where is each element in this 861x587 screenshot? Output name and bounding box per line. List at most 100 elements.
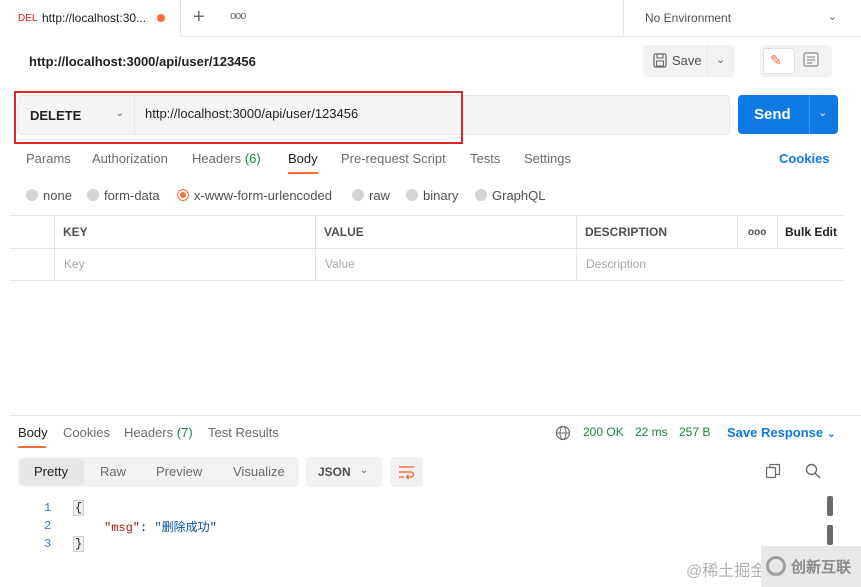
copy-icon[interactable]	[765, 463, 781, 479]
json-open-brace: {	[73, 500, 85, 516]
tab-body[interactable]: Body	[288, 151, 318, 166]
send-button-label: Send	[754, 106, 791, 123]
radio-circle	[406, 189, 418, 201]
radio-circle	[352, 189, 364, 201]
status-code[interactable]: 200 OK	[583, 425, 624, 439]
pencil-icon: ✎	[770, 52, 782, 68]
chevron-down-icon: ⌄	[360, 465, 369, 476]
watermark-logo-text: 创新互联	[791, 559, 852, 576]
tab-pre-request-script[interactable]: Pre-request Script	[341, 151, 446, 166]
tab-method-badge: DEL	[18, 13, 38, 24]
annotation-highlight-box	[14, 91, 463, 144]
radio-label: binary	[423, 188, 459, 203]
line-number: 2	[44, 519, 52, 533]
save-response-label: Save Response	[727, 425, 824, 440]
divider	[54, 216, 55, 281]
bulk-edit-button[interactable]: Bulk Edit	[785, 225, 837, 239]
more-tabs-icon[interactable]: ooo	[230, 10, 246, 22]
send-button[interactable]: Send ⌄	[738, 95, 838, 134]
wrap-lines-button[interactable]	[390, 457, 423, 487]
json-close-brace: }	[73, 536, 85, 552]
watermark-text: @稀土掘金	[686, 563, 767, 580]
response-tab-body[interactable]: Body	[18, 425, 48, 440]
headers-count-badge: (6)	[244, 151, 261, 166]
language-dropdown[interactable]: JSON ⌄	[306, 457, 382, 487]
format-tabs: Pretty Raw Preview Visualize	[18, 457, 299, 487]
format-visualize[interactable]: Visualize	[233, 464, 285, 479]
description-input[interactable]: Description	[586, 257, 646, 271]
environment-selector[interactable]: No Environment ⌄	[623, 0, 861, 37]
tab-headers-label: Headers	[192, 151, 242, 166]
scrollbar[interactable]	[827, 496, 833, 516]
response-tab-cookies[interactable]: Cookies	[63, 425, 110, 440]
divider	[737, 216, 738, 248]
json-value: "删除成功"	[154, 521, 217, 535]
tab-url-label: http://localhost:30...	[42, 11, 147, 25]
divider	[315, 216, 316, 281]
watermark-logo: 创新互联	[761, 546, 861, 587]
save-disk-icon	[653, 53, 667, 68]
more-options-icon[interactable]: ooo	[748, 227, 766, 238]
save-button-label: Save	[672, 53, 702, 68]
tab-authorization[interactable]: Authorization	[92, 151, 168, 166]
divider	[10, 248, 844, 249]
line-number: 1	[44, 501, 52, 515]
save-button[interactable]: Save ⌄	[643, 45, 735, 77]
new-tab-plus-icon[interactable]: +	[193, 6, 205, 28]
key-input[interactable]: Key	[64, 257, 85, 271]
documentation-icon[interactable]	[802, 51, 820, 69]
column-header-description: DESCRIPTION	[585, 225, 668, 239]
response-time[interactable]: 22 ms	[635, 425, 668, 439]
wrap-lines-icon	[399, 466, 415, 480]
radio-label: raw	[369, 188, 390, 203]
unsaved-dot-icon	[157, 14, 165, 22]
pane-divider[interactable]	[10, 415, 861, 416]
active-tab-indicator	[18, 446, 46, 448]
json-line: "msg": "删除成功"	[104, 518, 217, 535]
request-title[interactable]: http://localhost:3000/api/user/123456	[29, 54, 256, 69]
scrollbar[interactable]	[827, 525, 833, 545]
radio-circle-selected	[177, 189, 189, 201]
line-number: 3	[44, 537, 52, 551]
headers-count-badge: (7)	[176, 425, 193, 440]
response-tab-headers[interactable]: Headers (7)	[124, 425, 193, 440]
response-tab-test-results[interactable]: Test Results	[208, 425, 279, 440]
divider	[777, 216, 778, 248]
save-options-chevron-icon[interactable]: ⌄	[716, 53, 725, 66]
format-pretty[interactable]: Pretty	[34, 464, 68, 479]
value-input[interactable]: Value	[325, 257, 355, 271]
tab-params[interactable]: Params	[26, 151, 71, 166]
logo-icon	[766, 556, 786, 576]
active-tab-indicator	[288, 172, 318, 174]
tab-headers[interactable]: Headers (6)	[192, 151, 261, 166]
format-preview[interactable]: Preview	[156, 464, 202, 479]
radio-label: none	[43, 188, 72, 203]
response-tab-headers-label: Headers	[124, 425, 174, 440]
request-tab[interactable]: DEL http://localhost:30...	[0, 0, 181, 37]
params-table: KEY VALUE DESCRIPTION ooo Bulk Edit Key …	[10, 215, 844, 281]
column-header-key: KEY	[63, 225, 88, 239]
view-toggle: ✎	[760, 45, 832, 77]
divider	[576, 216, 577, 281]
radio-label: form-data	[104, 188, 160, 203]
response-size[interactable]: 257 B	[679, 425, 710, 439]
cookies-link[interactable]: Cookies	[779, 151, 830, 166]
chevron-down-icon: ⌄	[826, 428, 836, 440]
language-label: JSON	[318, 465, 351, 479]
globe-icon[interactable]	[555, 425, 571, 441]
search-icon[interactable]	[805, 463, 821, 479]
radio-label: x-www-form-urlencoded	[194, 188, 332, 203]
radio-label: GraphQL	[492, 188, 546, 203]
divider	[707, 45, 708, 77]
tab-tests[interactable]: Tests	[470, 151, 500, 166]
tab-bar: DEL http://localhost:30... + ooo No Envi…	[0, 0, 861, 37]
chevron-down-icon: ⌄	[827, 11, 837, 23]
format-raw[interactable]: Raw	[100, 464, 126, 479]
send-options-chevron-icon[interactable]: ⌄	[818, 106, 827, 119]
save-response-button[interactable]: Save Response ⌄	[727, 425, 836, 440]
json-key: "msg"	[104, 521, 141, 535]
radio-circle	[87, 189, 99, 201]
tab-settings[interactable]: Settings	[524, 151, 571, 166]
column-header-value: VALUE	[324, 225, 364, 239]
radio-circle	[26, 189, 38, 201]
